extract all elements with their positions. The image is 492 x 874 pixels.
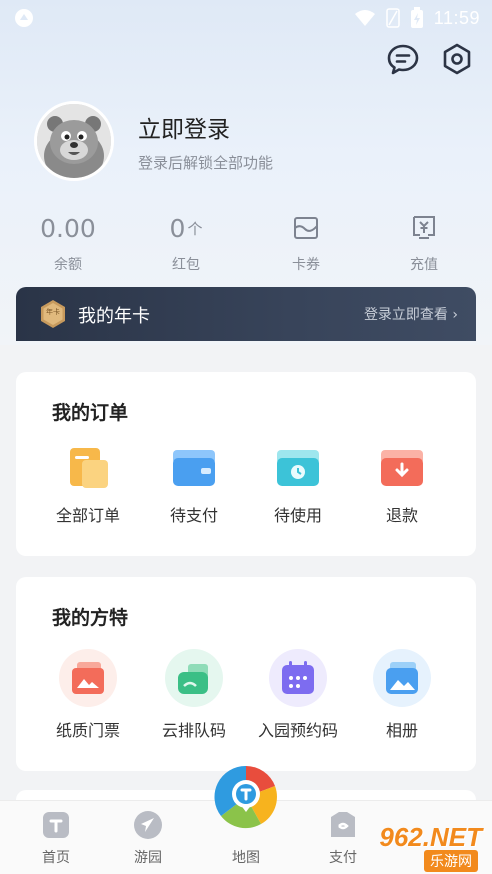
clock-card-icon [277,450,319,486]
to-use-item[interactable]: 待使用 [246,444,350,526]
tab-home-label: 首页 [42,850,70,866]
recharge-stat[interactable]: 充值 [369,210,479,274]
status-time: 11:59 [433,7,480,28]
tab-tour[interactable]: 游园 [113,809,183,867]
cloud-queue-item[interactable]: 云排队码 [142,649,246,741]
cloud-queue-label: 云排队码 [161,721,226,740]
watermark: 962.NET 乐游网 [368,820,486,872]
pending-payment-item[interactable]: 待支付 [142,444,246,526]
account-stats: 0.00 余额 0个 红包 卡券 充值 [0,210,492,280]
entry-reservation-label: 入园预约码 [257,721,338,740]
photo-album-label: 相册 [385,721,418,740]
calendar-icon [282,661,314,694]
watermark-text: 962.NET [379,822,482,852]
coupon-icon [294,217,318,239]
my-orders-card: 我的订单 全部订单 待支付 待使用 退款 [16,372,476,556]
all-orders-label: 全部订单 [55,506,120,525]
annual-card-link[interactable]: 登录立即查看 › [364,304,458,324]
recharge-label: 充值 [410,257,438,273]
entry-reservation-item[interactable]: 入园预约码 [246,649,350,741]
red-packet-stat[interactable]: 0个 红包 [131,210,241,274]
navigation-icon [134,811,162,839]
header-actions [386,42,474,76]
all-orders-item[interactable]: 全部订单 [36,444,140,526]
hexagon-settings-icon[interactable] [440,42,474,76]
balance-label: 余额 [54,257,82,273]
tab-map-label: 地图 [232,850,260,866]
pay-icon [331,812,355,837]
watermark-sub: 乐游网 [424,850,478,872]
photo-album-icon [386,662,418,694]
refund-icon [381,450,423,486]
my-fangte-title: 我的方特 [52,607,129,629]
refund-item[interactable]: 退款 [350,444,454,526]
paper-ticket-item[interactable]: 纸质门票 [36,649,140,741]
annual-card-banner[interactable]: 年卡 我的年卡 登录立即查看 › [16,287,476,341]
balance-stat[interactable]: 0.00 余额 [13,210,123,274]
bear-avatar-icon [37,104,111,178]
wifi-icon [354,10,375,26]
refund-label: 退款 [385,506,418,525]
chat-icon[interactable] [386,42,420,76]
paper-ticket-label: 纸质门票 [55,721,120,740]
home-icon [43,812,69,838]
tab-tour-label: 游园 [134,850,162,866]
all-orders-icon [70,448,108,488]
avatar[interactable] [34,101,114,181]
my-fangte-card: 我的方特 纸质门票 云排队码 入园预约码 相册 [16,577,476,771]
battery-icon [410,7,423,28]
coupon-label: 卡券 [292,257,320,273]
annual-card-title: 我的年卡 [78,306,150,327]
pending-payment-label: 待支付 [169,506,218,525]
paper-ticket-icon [72,662,104,694]
red-packet-label: 红包 [172,257,200,273]
map-pin-icon[interactable] [213,764,279,830]
red-packet-unit: 个 [187,219,203,238]
to-use-label: 待使用 [273,506,322,525]
tab-home[interactable]: 首页 [21,809,91,867]
cloud-queue-icon [178,664,208,694]
status-bar: 11:59 [0,0,492,36]
wallet-icon [173,450,215,486]
sim-icon [386,8,400,28]
recharge-icon [413,216,435,239]
annual-card-badge-text: 年卡 [46,308,60,316]
app-notification-icon [15,9,33,27]
my-orders-title: 我的订单 [52,402,129,424]
photo-album-item[interactable]: 相册 [350,649,454,741]
coupon-stat[interactable]: 卡券 [251,210,361,274]
login-title[interactable]: 立即登录 [138,110,230,144]
red-packet-value: 0 [169,213,186,243]
balance-value: 0.00 [40,213,96,243]
login-subtitle: 登录后解锁全部功能 [138,154,274,172]
